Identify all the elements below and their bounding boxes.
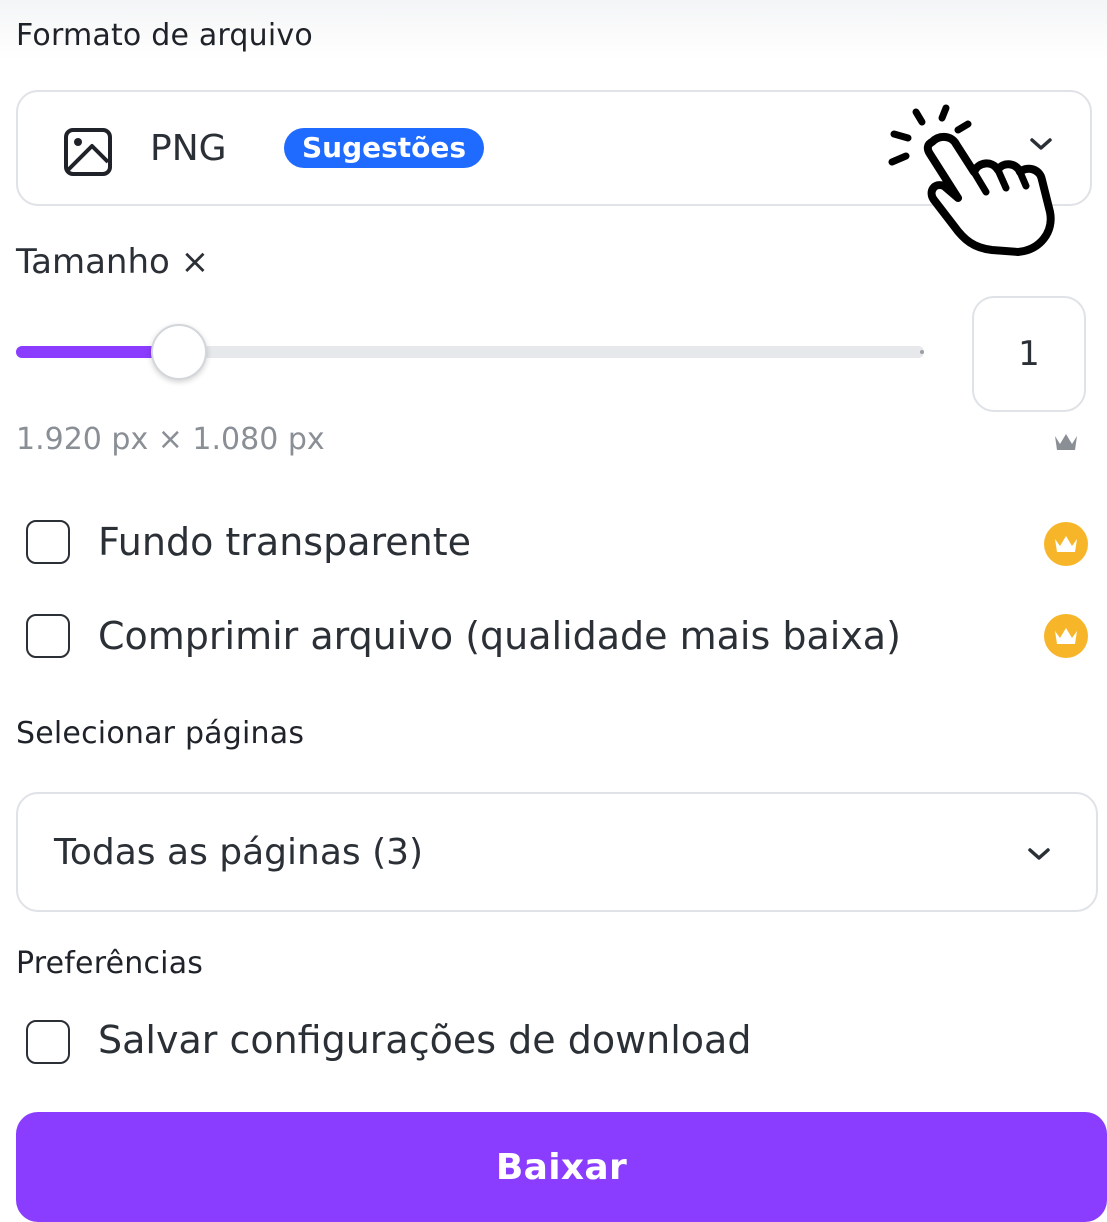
compress-label: Comprimir arquivo (qualidade mais baixa) [98, 614, 901, 658]
transparent-bg-label: Fundo transparente [98, 520, 472, 564]
save-settings-label: Salvar configurações de download [98, 1018, 752, 1062]
size-value-input[interactable]: 1 [972, 296, 1086, 412]
pages-select-value: Todas as páginas (3) [54, 832, 424, 873]
size-label: Tamanho × [16, 242, 210, 282]
format-label: Formato de arquivo [16, 18, 313, 53]
size-slider-thumb[interactable] [151, 324, 208, 380]
pro-crown-icon [1044, 614, 1088, 658]
download-button[interactable]: Baixar [16, 1112, 1107, 1222]
preferences-label: Preferências [16, 946, 204, 981]
slider-end-dot [920, 350, 924, 354]
hand-pointer-icon [888, 104, 1055, 256]
checkbox[interactable] [26, 520, 70, 564]
transparent-bg-checkbox[interactable] [26, 520, 70, 564]
suggestions-badge: Sugestões [284, 128, 485, 168]
checkbox[interactable] [26, 1020, 70, 1064]
size-dimensions: 1.920 px × 1.080 px [16, 422, 325, 457]
chevron-down-icon [1028, 848, 1050, 860]
compress-checkbox[interactable] [26, 614, 70, 658]
format-value: PNG [150, 128, 227, 169]
pages-select[interactable]: Todas as páginas (3) [16, 792, 1098, 912]
checkbox[interactable] [26, 614, 70, 658]
pages-label: Selecionar páginas [16, 716, 305, 751]
image-icon [64, 128, 112, 176]
pro-crown-icon [1044, 522, 1088, 566]
save-settings-checkbox[interactable] [26, 1020, 70, 1064]
crown-icon [1055, 434, 1077, 450]
